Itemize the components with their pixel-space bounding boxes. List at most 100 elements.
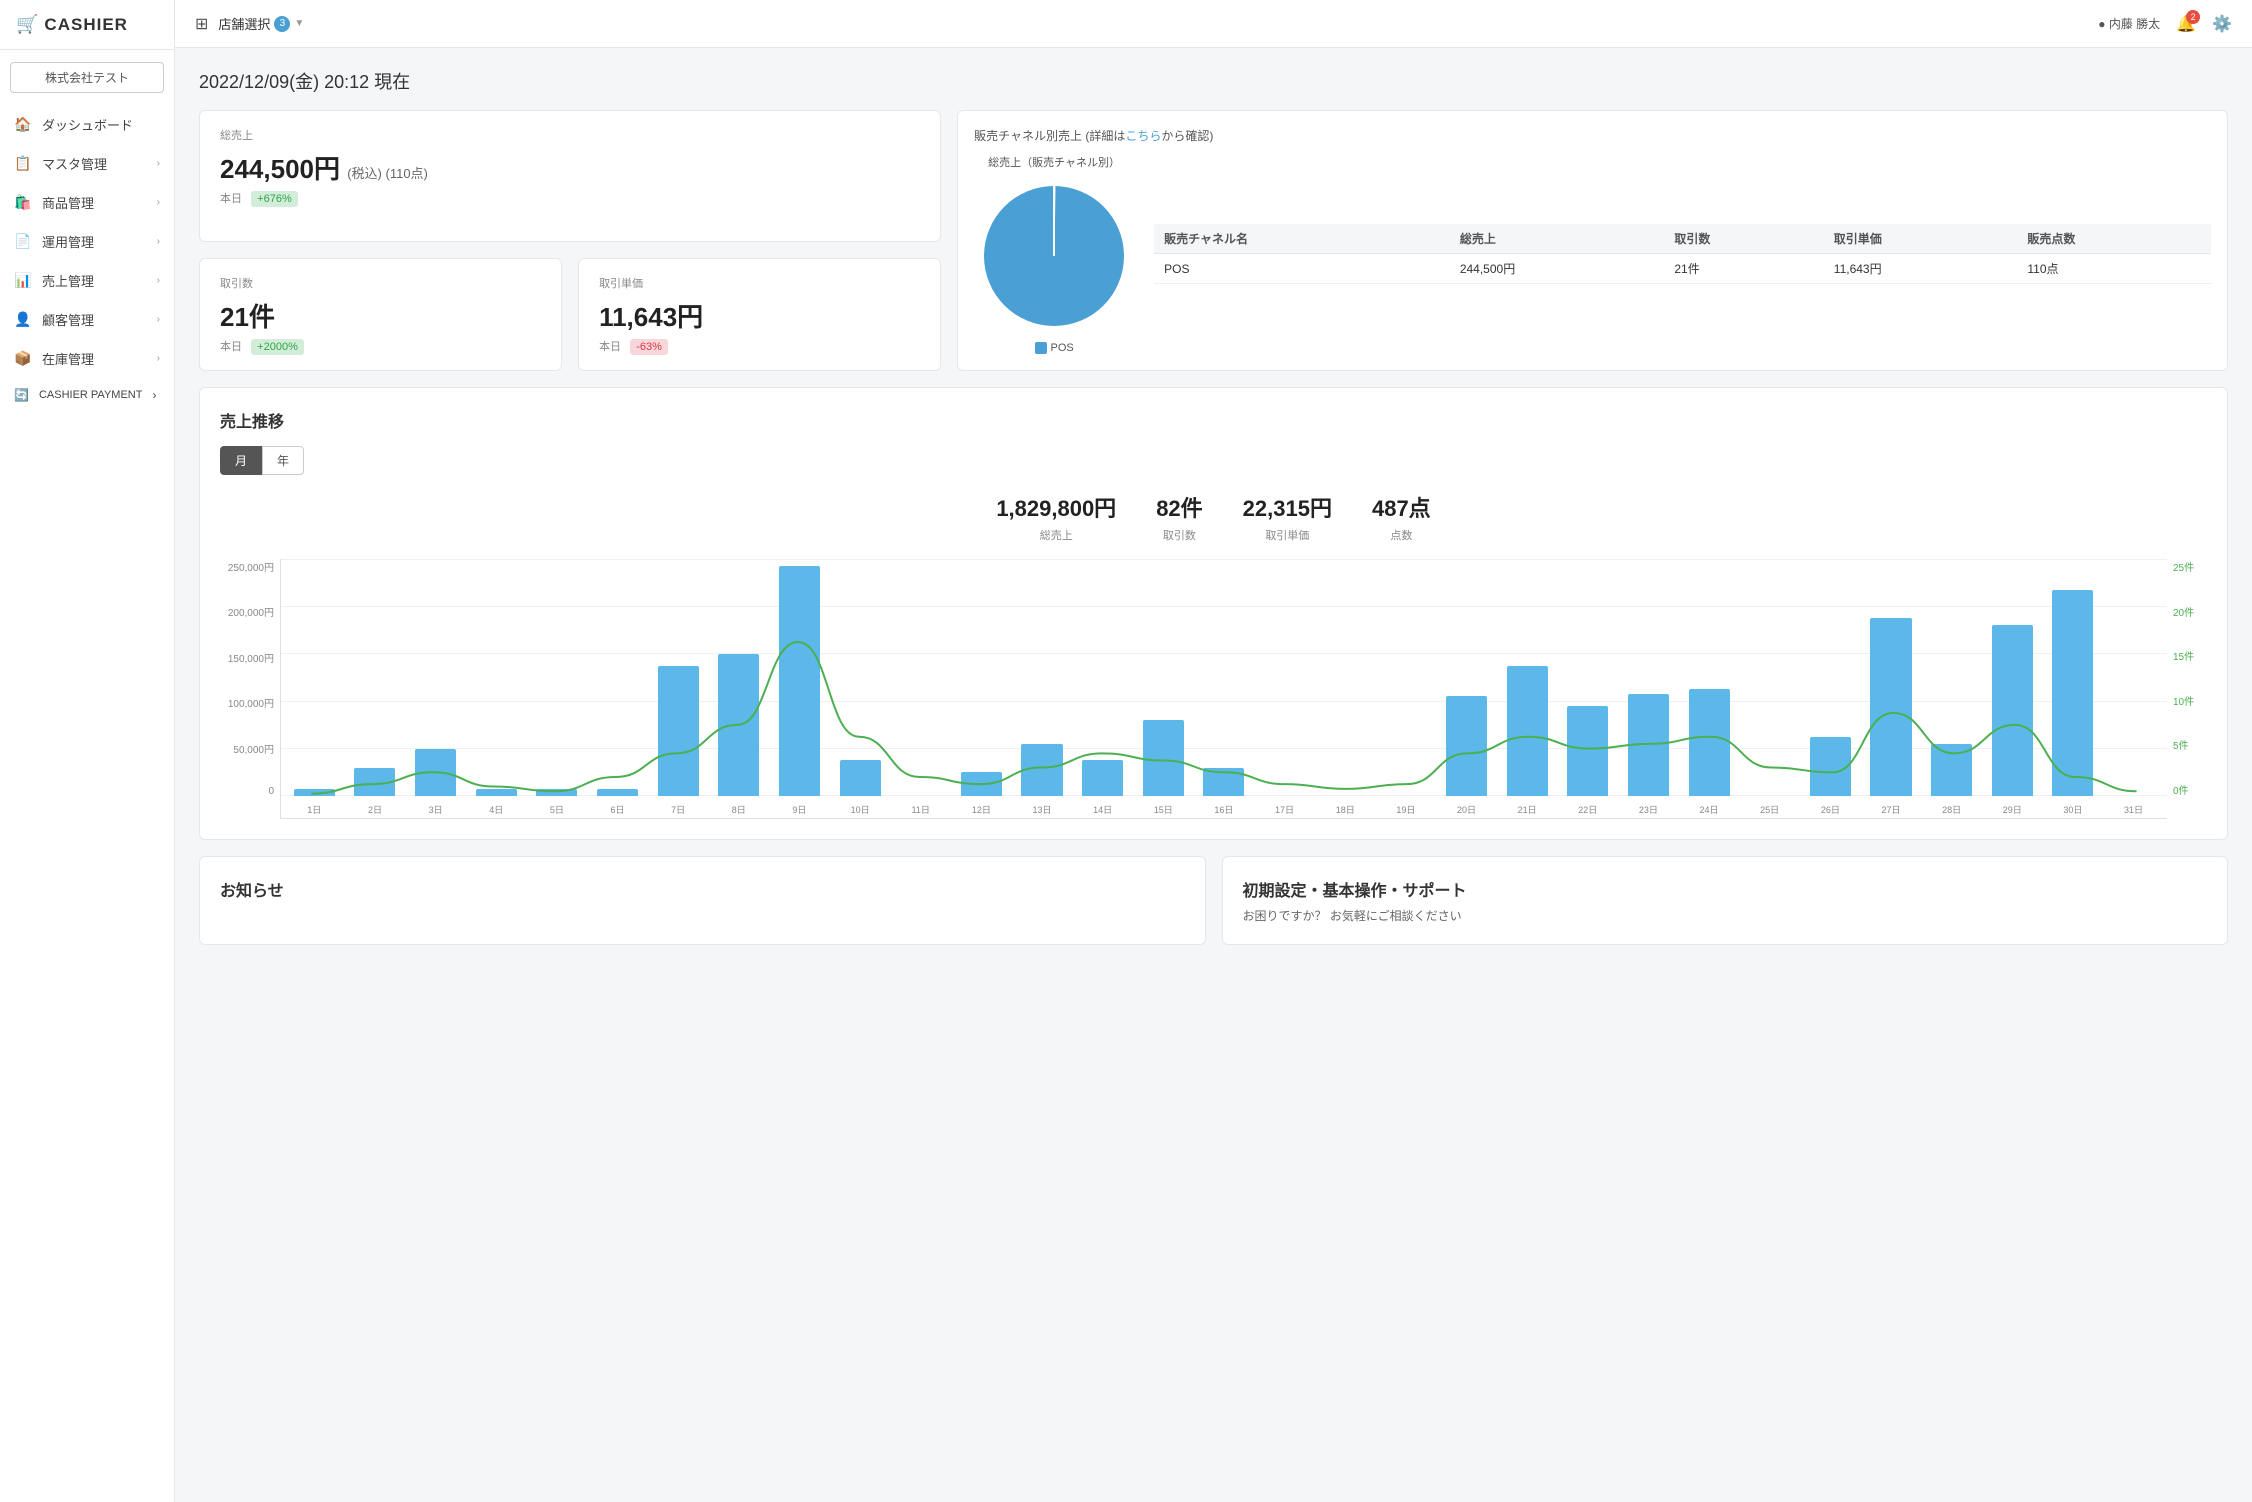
sidebar-item-label: 売上管理 xyxy=(42,271,147,290)
pie-card: 販売チャネル別売上 (詳細はこちらから確認) 総売上（販売チャネル別） POS xyxy=(957,110,2228,371)
support-card: 初期設定・基本操作・サポート お困りですか？ お気軽にご相談ください xyxy=(1222,856,2229,945)
bar xyxy=(779,566,820,796)
tab-month[interactable]: 月 xyxy=(220,446,262,475)
small-cards-row: 取引数 21件 本日 +2000% 取引単価 11,643円 本日 xyxy=(199,258,941,371)
table-row: POS244,500円21件11,643円110点 xyxy=(1154,254,2211,284)
pie-table: 販売チャネル名 総売上 取引数 取引単価 販売点数 POS244,500円21件… xyxy=(1154,224,2211,284)
bar-x-label: 8日 xyxy=(732,803,746,816)
notice-card: お知らせ xyxy=(199,856,1206,945)
bar-x-label: 23日 xyxy=(1639,803,1658,816)
sidebar-item-customers[interactable]: 👤 顧客管理 › xyxy=(0,300,174,339)
bar-group: 28日 xyxy=(1922,559,1981,796)
bar xyxy=(1446,696,1487,796)
bar xyxy=(1203,768,1244,796)
grid-icon[interactable]: ⊞ xyxy=(195,14,208,34)
datetime-display: 2022/12/09(金) 20:12 現在 xyxy=(199,68,2228,94)
y-axis-label: 250,000円 xyxy=(228,559,274,574)
bar-x-label: 18日 xyxy=(1336,803,1355,816)
sidebar-item-products[interactable]: 🛍️ 商品管理 › xyxy=(0,183,174,222)
bar-x-label: 31日 xyxy=(2124,803,2143,816)
bar-group: 1日 xyxy=(285,559,344,796)
chart-y-right: 25件20件15件10件5件0件 xyxy=(2167,559,2207,819)
sidebar-item-operations[interactable]: 📄 運用管理 › xyxy=(0,222,174,261)
y-axis-label: 0件 xyxy=(2173,782,2189,797)
support-title: 初期設定・基本操作・サポート xyxy=(1243,877,2208,901)
chevron-down-icon: ▼ xyxy=(294,18,304,29)
sum-avg-value: 22,315円 xyxy=(1243,491,1332,523)
bar xyxy=(1628,694,1669,796)
chevron-right-icon: › xyxy=(157,158,160,169)
bar-x-label: 22日 xyxy=(1578,803,1597,816)
bar-x-label: 7日 xyxy=(671,803,685,816)
bar xyxy=(294,789,335,796)
bar-group: 14日 xyxy=(1073,559,1132,796)
list-icon: 📋 xyxy=(14,155,32,172)
y-axis-label: 25件 xyxy=(2173,559,2194,574)
chevron-right-icon: › xyxy=(157,353,160,364)
bar-x-label: 1日 xyxy=(307,803,321,816)
avg-badge: -63% xyxy=(630,339,668,355)
notification-icon[interactable]: 🔔 2 xyxy=(2176,14,2196,34)
pie-table-header: 取引単価 xyxy=(1824,224,2018,254)
sidebar-item-label: CASHIER PAYMENT xyxy=(39,389,143,401)
chart-icon: 📊 xyxy=(14,272,32,289)
bar-x-label: 2日 xyxy=(368,803,382,816)
bar-group: 7日 xyxy=(649,559,708,796)
box-icon: 📦 xyxy=(14,350,32,367)
bar xyxy=(597,789,638,796)
avg-label: 取引単価 xyxy=(599,275,920,291)
sum-total-label: 総売上 xyxy=(996,527,1116,543)
sum-points-value: 487点 xyxy=(1372,491,1431,523)
bar xyxy=(1021,744,1062,796)
top-row: 総売上 244,500円 (税込) (110点) 本日 +676% xyxy=(199,110,2228,371)
doc-icon: 📄 xyxy=(14,233,32,250)
notification-badge: 2 xyxy=(2186,10,2200,24)
summary-nums: 1,829,800円 総売上 82件 取引数 22,315円 取引単価 487点… xyxy=(220,491,2207,543)
sidebar-item-cashier-payment[interactable]: 🔄 CASHIER PAYMENT › xyxy=(0,378,174,412)
sidebar-item-sales[interactable]: 📊 売上管理 › xyxy=(0,261,174,300)
store-badge: 3 xyxy=(274,16,290,32)
bars-row: 1日2日3日4日5日6日7日8日9日10日11日12日13日14日15日16日1… xyxy=(281,559,2167,796)
notice-title: お知らせ xyxy=(220,877,1185,901)
sidebar-item-label: ダッシュボード xyxy=(42,115,160,134)
y-axis-label: 150,000円 xyxy=(228,650,274,665)
settings-icon[interactable]: ⚙️ xyxy=(2212,14,2232,34)
tab-year[interactable]: 年 xyxy=(262,446,304,475)
company-button[interactable]: 株式会社テスト xyxy=(10,62,164,93)
chevron-right-icon: › xyxy=(157,236,160,247)
bar-group: 2日 xyxy=(346,559,405,796)
bar-group: 11日 xyxy=(891,559,950,796)
tab-row: 月 年 xyxy=(220,446,2207,475)
shopping-icon: 🛍️ xyxy=(14,194,32,211)
pie-link[interactable]: こちら xyxy=(1125,129,1161,143)
total-sales-card: 総売上 244,500円 (税込) (110点) 本日 +676% xyxy=(199,110,941,242)
sidebar-item-label: 商品管理 xyxy=(42,193,147,212)
avg-price-card: 取引単価 11,643円 本日 -63% xyxy=(578,258,941,371)
pie-chart-wrap: 総売上（販売チャネル別） POS xyxy=(974,154,1134,354)
bar-x-label: 15日 xyxy=(1154,803,1173,816)
total-sales-suffix: (税込) (110点) xyxy=(347,166,428,181)
store-select[interactable]: 店舗選択 3 ▼ xyxy=(218,14,304,33)
avg-value: 11,643円 xyxy=(599,297,920,334)
cart-icon: 🛒 xyxy=(16,14,38,35)
table-cell: POS xyxy=(1154,254,1450,284)
bar xyxy=(1567,706,1608,796)
sidebar-item-master[interactable]: 📋 マスタ管理 › xyxy=(0,144,174,183)
home-icon: 🏠 xyxy=(14,116,32,133)
bar-x-label: 24日 xyxy=(1700,803,1719,816)
sum-txn: 82件 取引数 xyxy=(1156,491,1202,543)
bar-group: 10日 xyxy=(831,559,890,796)
bar-x-label: 25日 xyxy=(1760,803,1779,816)
bar-group: 5日 xyxy=(528,559,587,796)
bar xyxy=(1143,720,1184,796)
sidebar-item-label: マスタ管理 xyxy=(42,154,147,173)
bar xyxy=(1507,666,1548,796)
sidebar-item-inventory[interactable]: 📦 在庫管理 › xyxy=(0,339,174,378)
sidebar-item-dashboard[interactable]: 🏠 ダッシュボード xyxy=(0,105,174,144)
bar-x-label: 27日 xyxy=(1881,803,1900,816)
left-cards: 総売上 244,500円 (税込) (110点) 本日 +676% xyxy=(199,110,941,371)
pie-table-header: 取引数 xyxy=(1664,224,1823,254)
bar xyxy=(718,654,759,796)
bar-x-label: 20日 xyxy=(1457,803,1476,816)
bar-group: 15日 xyxy=(1134,559,1193,796)
